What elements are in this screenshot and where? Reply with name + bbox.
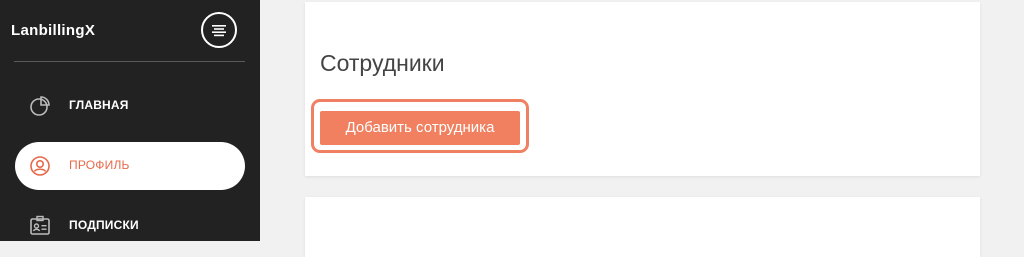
sidebar-item-home[interactable]: ГЛАВНАЯ xyxy=(15,82,245,130)
hamburger-icon xyxy=(212,25,226,37)
sidebar-item-profile[interactable]: ПРОФИЛЬ xyxy=(15,142,245,190)
id-card-icon xyxy=(30,215,50,235)
sidebar: LanbillingX ГЛАВНАЯ ПРОФИЛЬ ПОДПИСКИ xyxy=(0,0,260,241)
employees-card: Сотрудники Добавить сотрудника xyxy=(305,2,980,176)
content-card xyxy=(305,197,980,257)
menu-toggle-button[interactable] xyxy=(201,12,237,48)
brand-logo: LanbillingX xyxy=(11,22,96,39)
sidebar-item-label: ПОДПИСКИ xyxy=(69,218,139,232)
add-employee-button[interactable]: Добавить сотрудника xyxy=(320,111,520,145)
sidebar-item-label: ПРОФИЛЬ xyxy=(69,158,130,172)
pie-chart-icon xyxy=(30,96,50,116)
page-title: Сотрудники xyxy=(320,50,445,76)
sidebar-divider xyxy=(14,61,245,62)
sidebar-item-subscriptions[interactable]: ПОДПИСКИ xyxy=(15,202,245,250)
sidebar-item-label: ГЛАВНАЯ xyxy=(69,98,129,112)
user-circle-icon xyxy=(30,156,50,176)
